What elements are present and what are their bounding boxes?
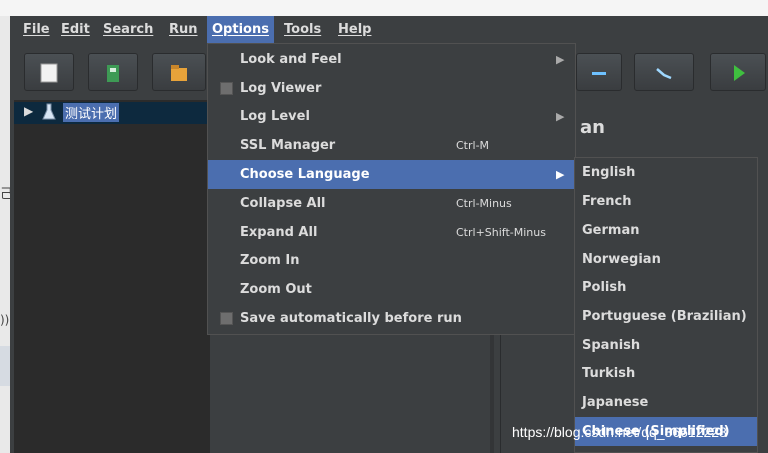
language-label: Polish	[582, 280, 627, 295]
menu-search[interactable]: Search	[98, 16, 158, 43]
menu-item-label: Collapse All	[240, 196, 326, 211]
menu-edit[interactable]: Edit	[56, 16, 95, 43]
start-button[interactable]	[710, 53, 766, 91]
templates-icon	[89, 54, 137, 90]
menu-item-log-viewer[interactable]: Log Viewer	[208, 74, 575, 103]
menu-item-label: Save automatically before run	[240, 311, 462, 326]
language-label: Turkish	[582, 366, 636, 381]
submenu-arrow-icon: ▶	[556, 110, 565, 123]
new-plan-icon	[25, 54, 73, 90]
menu-item-ssl-manager[interactable]: SSL Manager Ctrl-M	[208, 131, 575, 160]
language-label: English	[582, 165, 636, 180]
language-spanish[interactable]: Spanish	[575, 331, 757, 360]
language-label: German	[582, 223, 640, 238]
tree-expand-icon[interactable]: ▶	[24, 104, 33, 118]
new-plan-button[interactable]	[24, 53, 74, 91]
submenu-arrow-icon: ▶	[556, 53, 565, 66]
shortcut-label: Ctrl-Minus	[456, 197, 512, 210]
menu-item-zoom-in[interactable]: Zoom In	[208, 246, 575, 275]
menu-item-label: Log Level	[240, 109, 310, 124]
open-icon	[153, 54, 205, 90]
background-page-strip	[0, 0, 768, 16]
menu-options[interactable]: Options	[207, 16, 274, 43]
language-german[interactable]: German	[575, 216, 757, 245]
menu-help[interactable]: Help	[333, 16, 376, 43]
language-label: Spanish	[582, 338, 641, 353]
language-label: Portuguese (Brazilian)	[582, 309, 747, 324]
language-english[interactable]: English	[575, 158, 757, 187]
language-norwegian[interactable]: Norwegian	[575, 245, 757, 274]
background-page-edge	[0, 16, 10, 453]
language-japanese[interactable]: Japanese	[575, 388, 757, 417]
menu-item-save-automatically[interactable]: Save automatically before run	[208, 304, 575, 333]
toggle-icon	[635, 54, 693, 90]
menu-item-look-and-feel[interactable]: Look and Feel ▶	[208, 45, 575, 74]
language-label: Norwegian	[582, 252, 661, 267]
open-button[interactable]	[152, 53, 206, 91]
toggle-button[interactable]	[634, 53, 694, 91]
menu-item-label: Log Viewer	[240, 81, 322, 96]
test-plan-icon	[42, 103, 56, 125]
menu-item-collapse-all[interactable]: Collapse All Ctrl-Minus	[208, 189, 575, 218]
menu-item-label: SSL Manager	[240, 138, 336, 153]
menu-run[interactable]: Run	[164, 16, 203, 43]
menu-tools[interactable]: Tools	[279, 16, 326, 43]
language-french[interactable]: French	[575, 187, 757, 216]
background-fragment: ))	[0, 313, 10, 327]
menu-item-log-level[interactable]: Log Level ▶	[208, 102, 575, 131]
remove-icon	[577, 54, 621, 90]
checkbox[interactable]	[220, 312, 233, 325]
menu-item-label: Expand All	[240, 225, 318, 240]
shortcut-label: Ctrl+Shift-Minus	[456, 226, 546, 239]
shortcut-label: Ctrl-M	[456, 139, 490, 152]
language-polish[interactable]: Polish	[575, 273, 757, 302]
language-label: Japanese	[582, 395, 649, 410]
test-plan-tree	[14, 100, 210, 453]
watermark: https://blog.csdn.net/qq_36612228	[512, 424, 727, 440]
menu-item-label: Zoom In	[240, 253, 300, 268]
submenu-arrow-icon: ▶	[556, 168, 565, 181]
tree-node-label[interactable]: 测试计划	[63, 103, 120, 122]
menu-item-label: Choose Language	[240, 167, 370, 182]
panel-title-fragment: an	[580, 117, 605, 138]
templates-button[interactable]	[88, 53, 138, 91]
menu-item-expand-all[interactable]: Expand All Ctrl+Shift-Minus	[208, 218, 575, 247]
language-portuguese-brazilian[interactable]: Portuguese (Brazilian)	[575, 302, 757, 331]
menu-item-label: Look and Feel	[240, 52, 342, 67]
menu-item-label: Zoom Out	[240, 282, 312, 297]
checkbox[interactable]	[220, 82, 233, 95]
menu-item-zoom-out[interactable]: Zoom Out	[208, 275, 575, 304]
language-label: French	[582, 194, 632, 209]
menu-file[interactable]: File	[18, 16, 55, 43]
menu-item-choose-language[interactable]: Choose Language ▶	[208, 160, 575, 189]
language-turkish[interactable]: Turkish	[575, 359, 757, 388]
start-icon	[711, 54, 765, 90]
remove-button[interactable]	[576, 53, 622, 91]
